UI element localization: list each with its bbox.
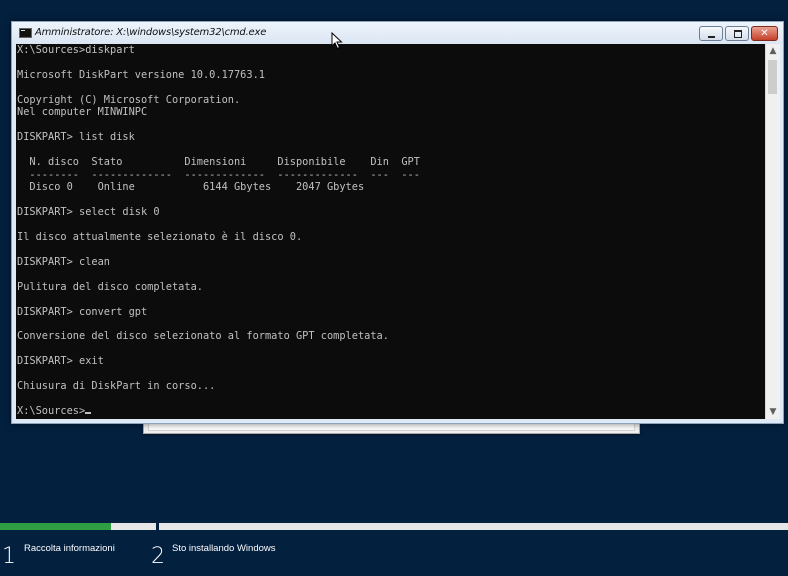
scroll-down-icon[interactable]: ▼ [766, 405, 780, 419]
console-lines: X:\Sources>diskpart Microsoft DiskPart v… [17, 44, 420, 392]
cmd-window[interactable]: Amministratore: X:\windows\system32\cmd.… [11, 21, 784, 424]
step-2-number: 2 [151, 544, 165, 569]
scroll-thumb[interactable] [768, 60, 777, 94]
console-line: DISKPART> exit [17, 355, 104, 368]
cmd-icon [19, 28, 32, 38]
console-line: DISKPART> convert gpt [17, 305, 148, 318]
mouse-pointer-icon [331, 32, 343, 50]
console-line: Il disco attualmente selezionato è il di… [17, 230, 303, 243]
console-text: X:\Sources>diskpart Microsoft DiskPart v… [17, 44, 420, 418]
console-line: Microsoft DiskPart versione 10.0.17763.1 [17, 68, 265, 81]
console-line: -------- ------------- ------------- ---… [29, 168, 420, 181]
console-line: DISKPART> select disk 0 [17, 205, 160, 218]
console-output[interactable]: X:\Sources>diskpart Microsoft DiskPart v… [16, 44, 765, 419]
console-line: Copyright (C) Microsoft Corporation. [17, 93, 241, 106]
step-1-label: Raccolta informazioni [24, 543, 115, 554]
window-title: Amministratore: X:\windows\system32\cmd.… [35, 27, 267, 38]
progress-fill-step1 [0, 523, 111, 530]
text-cursor [85, 412, 92, 415]
console-line: DISKPART> list disk [17, 131, 135, 144]
step-2-label: Sto installando Windows [172, 543, 276, 554]
step-1-number: 1 [2, 544, 16, 569]
minimize-button[interactable] [699, 26, 723, 41]
close-button[interactable]: ✕ [751, 26, 778, 41]
console-line: DISKPART> clean [17, 255, 110, 268]
progress-track-step2 [159, 523, 788, 530]
close-icon: ✕ [760, 28, 769, 39]
console-line: Pulitura del disco completata. [17, 280, 203, 293]
vertical-scrollbar[interactable]: ▲ ▼ [765, 44, 780, 419]
scroll-up-icon[interactable]: ▲ [766, 44, 780, 58]
console-line: Disco 0 Online 6144 Gbytes 2047 Gbytes [29, 180, 365, 193]
maximize-button[interactable] [725, 26, 749, 41]
console-prompt: X:\Sources> [17, 405, 86, 418]
console-line: N. disco Stato Dimensioni Disponibile Di… [29, 156, 420, 169]
console-line: Nel computer MINWINPC [17, 106, 148, 119]
console-line: Chiusura di DiskPart in corso... [17, 380, 216, 393]
setup-dialog-inner [148, 423, 635, 431]
title-bar[interactable]: Amministratore: X:\windows\system32\cmd.… [12, 22, 783, 44]
progress-track [0, 523, 788, 530]
console-line: Conversione del disco selezionato al for… [17, 330, 389, 343]
console-line: X:\Sources>diskpart [17, 44, 135, 56]
